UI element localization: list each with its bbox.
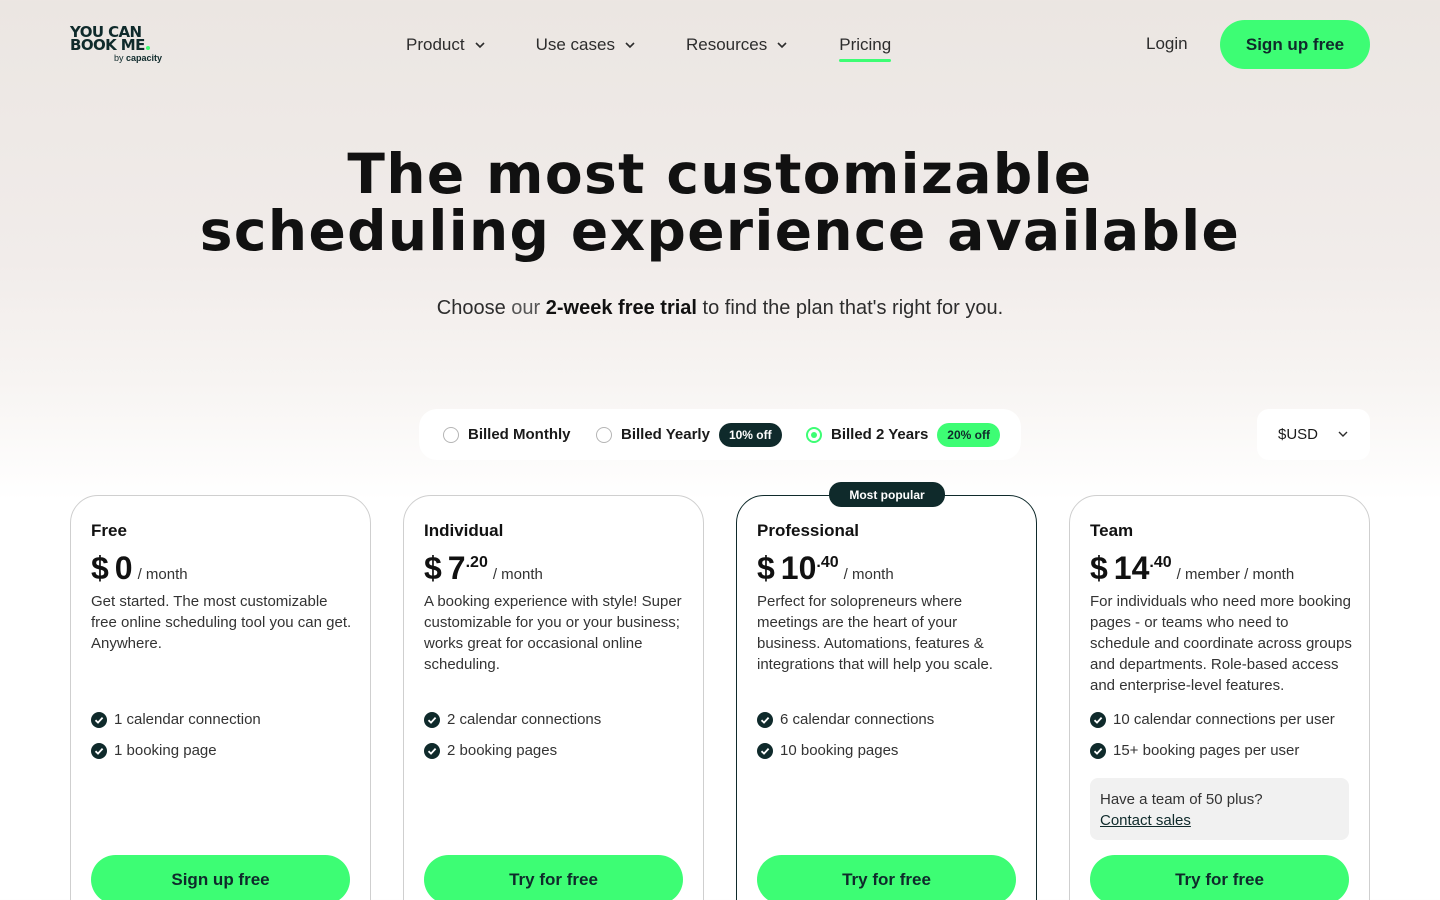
nav-resources-label: Resources bbox=[685, 35, 768, 54]
plan-description: Get started. The most customizable free … bbox=[91, 593, 352, 652]
plan-feature: 1 calendar connection bbox=[91, 711, 261, 728]
logo-dot-icon bbox=[145, 46, 150, 50]
check-circle-icon bbox=[91, 711, 107, 728]
title-line-2: scheduling experience available bbox=[199, 199, 1241, 263]
plan-name: Individual bbox=[424, 521, 504, 540]
discount-badge-yearly: 10% off bbox=[718, 422, 782, 447]
plan-name: Free bbox=[91, 521, 127, 540]
logo-byline: by capacity bbox=[114, 53, 163, 63]
contact-sales-text: Have a team of 50 plus? bbox=[1100, 791, 1263, 808]
plan-description: For individuals who need more booking pa… bbox=[1090, 593, 1352, 694]
plan-feature: 1 booking page bbox=[91, 742, 217, 759]
billing-monthly-label: Billed Monthly bbox=[468, 426, 571, 443]
check-circle-icon bbox=[757, 711, 773, 728]
logo[interactable]: YOU CAN BOOK ME by capacity bbox=[70, 25, 180, 66]
plan-name: Professional bbox=[757, 521, 860, 540]
main-nav: Product Use cases Resources Pricing bbox=[406, 33, 892, 62]
plan-feature: 10 booking pages bbox=[757, 742, 898, 759]
plan-card-professional: Professional $ 10 .40 / month Perfect fo… bbox=[736, 495, 1037, 900]
billing-yearly-label: Billed Yearly bbox=[621, 426, 710, 443]
nav-product-label: Product bbox=[406, 35, 465, 54]
billing-period-toggle: Billed Monthly Billed Yearly 10% off Bil… bbox=[419, 409, 1021, 460]
chevron-down-icon bbox=[777, 42, 787, 49]
check-circle-icon bbox=[91, 742, 107, 759]
plan-card-individual: Individual $ 7 .20 / month A booking exp… bbox=[403, 495, 704, 900]
plan-description: Perfect for solopreneurs where meetings … bbox=[757, 593, 993, 673]
plan-price: $ 14 .40 / member / month bbox=[1090, 550, 1295, 586]
contact-sales-box: Have a team of 50 plus? Contact sales bbox=[1090, 778, 1349, 840]
plan-feature: 2 booking pages bbox=[424, 742, 557, 759]
plan-description: A booking experience with style! Super c… bbox=[424, 593, 682, 673]
nav-resources[interactable]: Resources bbox=[686, 33, 789, 57]
chevron-down-icon bbox=[1338, 431, 1348, 437]
nav-product[interactable]: Product bbox=[406, 33, 487, 57]
plan-cta-button[interactable]: Sign up free bbox=[91, 855, 350, 900]
plan-feature: 2 calendar connections bbox=[424, 711, 601, 728]
nav-use-cases-label: Use cases bbox=[535, 35, 615, 54]
billing-yearly-option[interactable]: Billed Yearly 10% off bbox=[596, 409, 782, 460]
currency-select[interactable]: $USD bbox=[1257, 409, 1370, 460]
page-title: The most customizable scheduling experie… bbox=[0, 146, 1440, 260]
plan-feature: 15+ booking pages per user bbox=[1090, 742, 1299, 759]
plan-cta-button[interactable]: Try for free bbox=[1090, 855, 1349, 900]
check-circle-icon bbox=[424, 711, 440, 728]
check-circle-icon bbox=[757, 742, 773, 759]
title-line-1: The most customizable bbox=[347, 142, 1093, 206]
hero-subtitle: Choose our 2-week free trial to find the… bbox=[436, 297, 1004, 319]
most-popular-badge: Most popular bbox=[829, 482, 945, 507]
nav-pricing-label: Pricing bbox=[839, 35, 892, 54]
signup-button[interactable]: Sign up free bbox=[1220, 20, 1370, 69]
plan-name: Team bbox=[1090, 521, 1134, 540]
check-circle-icon bbox=[1090, 742, 1106, 759]
plan-price: $ 10 .40 / month bbox=[757, 550, 894, 586]
plan-card-free: Free $ 0 / month Get started. The most c… bbox=[70, 495, 371, 900]
check-circle-icon bbox=[424, 742, 440, 759]
billing-2years-option[interactable]: Billed 2 Years 20% off bbox=[806, 409, 1000, 460]
plan-feature: 10 calendar connections per user bbox=[1090, 711, 1335, 728]
currency-value: $USD bbox=[1278, 426, 1319, 443]
contact-sales-link[interactable]: Contact sales bbox=[1100, 810, 1339, 831]
site-header: YOU CAN BOOK ME by capacity Product Use … bbox=[0, 0, 1440, 90]
logo-line-2: BOOK ME bbox=[70, 38, 180, 53]
nav-pricing[interactable]: Pricing bbox=[839, 33, 892, 62]
radio-yearly[interactable] bbox=[596, 426, 612, 443]
plan-price: $ 7 .20 / month bbox=[424, 550, 543, 586]
plan-card-team: Team $ 14 .40 / member / month For indiv… bbox=[1069, 495, 1370, 900]
check-circle-icon bbox=[1090, 711, 1106, 728]
plan-cta-button[interactable]: Try for free bbox=[424, 855, 683, 900]
plan-price: $ 0 / month bbox=[91, 550, 188, 586]
plan-feature: 6 calendar connections bbox=[757, 711, 934, 728]
nav-use-cases[interactable]: Use cases bbox=[536, 33, 637, 57]
login-link[interactable]: Login bbox=[1146, 34, 1188, 54]
plan-cta-button[interactable]: Try for free bbox=[757, 855, 1016, 900]
radio-monthly[interactable] bbox=[443, 426, 459, 443]
chevron-down-icon bbox=[475, 42, 485, 49]
discount-badge-2years: 20% off bbox=[937, 422, 1000, 447]
radio-2years[interactable] bbox=[806, 426, 822, 443]
billing-2years-label: Billed 2 Years bbox=[831, 426, 929, 443]
billing-monthly-option[interactable]: Billed Monthly bbox=[443, 409, 571, 460]
chevron-down-icon bbox=[625, 42, 635, 49]
